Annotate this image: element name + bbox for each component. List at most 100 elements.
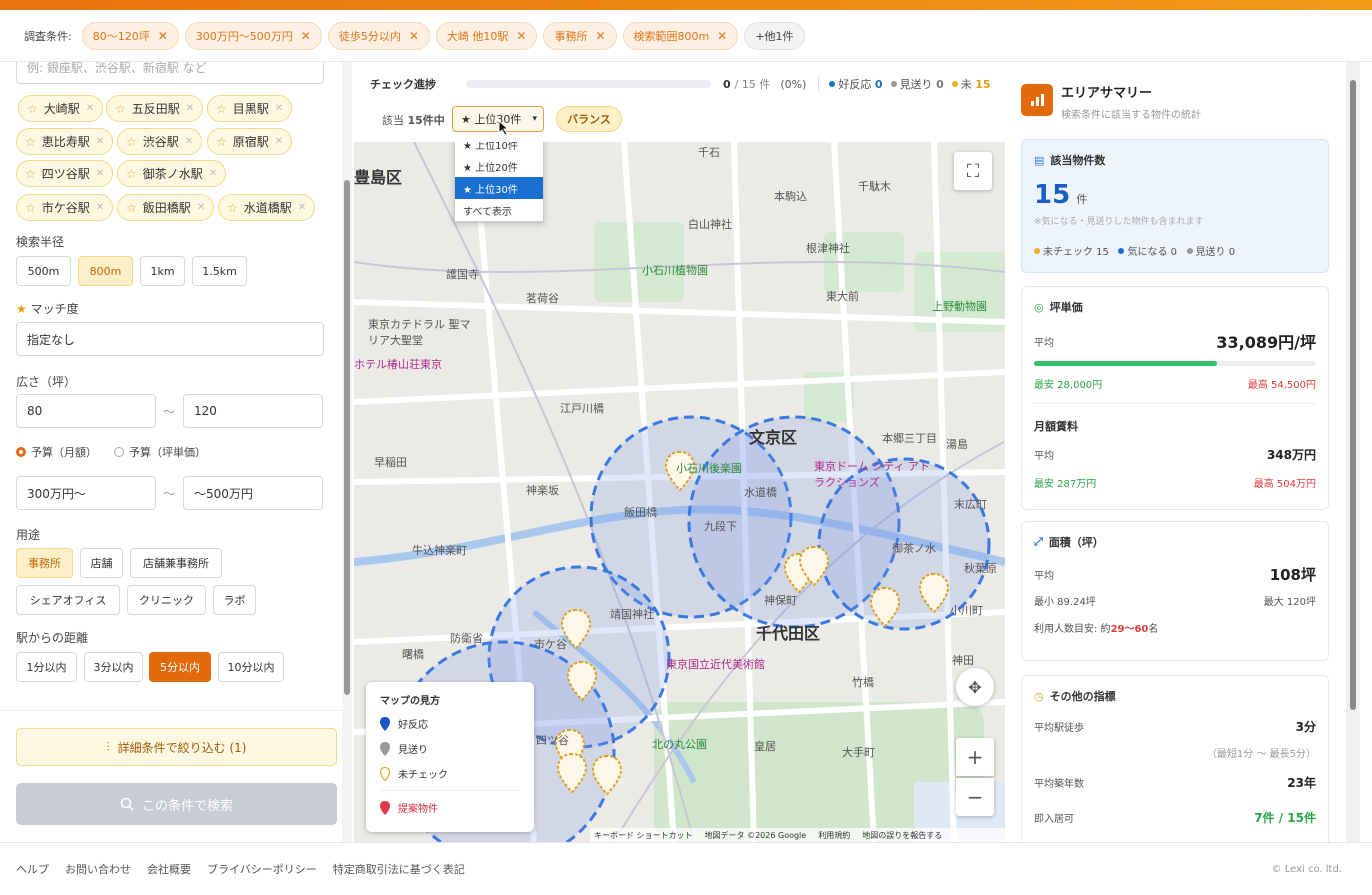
close-icon[interactable]: ✕	[96, 168, 104, 179]
station-tag[interactable]: ☆ 飯田橋駅 ✕	[117, 194, 215, 221]
search-panel: 例: 銀座駅、渋谷駅、新宿駅 など ☆ 大崎駅 ✕ ☆ 五反田駅 ✕ ☆ 目黒駅 ✕ ☆ 恵比…	[0, 62, 342, 710]
area-max-input[interactable]: 120	[183, 394, 323, 428]
close-icon[interactable]: ✕	[717, 29, 727, 43]
close-icon[interactable]: ✕	[275, 136, 283, 147]
scroll-thumb[interactable]	[1350, 80, 1356, 710]
fullscreen-button[interactable]: ⛶	[954, 152, 992, 190]
detail-filter-button[interactable]: ⫶ 詳細条件で絞り込む (1)	[16, 728, 337, 766]
close-icon[interactable]: ✕	[86, 103, 94, 114]
station-tag[interactable]: ☆ 五反田駅 ✕	[106, 95, 204, 122]
pan-icon: ✥	[968, 677, 982, 697]
filter-chip[interactable]: 大崎 他10駅 ✕	[435, 21, 538, 50]
map-label: 上野動物園	[932, 300, 987, 313]
minus-icon: −	[966, 785, 984, 809]
filter-chip[interactable]: 80〜120坪 ✕	[81, 21, 179, 50]
usage-option[interactable]: 店舗兼事務所	[130, 548, 222, 578]
close-icon[interactable]: ✕	[185, 136, 193, 147]
attribution-item[interactable]: 利用規約	[818, 830, 850, 841]
legend-good: 好反応	[398, 720, 428, 731]
radius-option[interactable]: 500m	[16, 256, 71, 286]
station-tag[interactable]: ☆ 目黒駅 ✕	[207, 95, 293, 122]
usage-option[interactable]: 店舗	[80, 548, 123, 578]
left-scrollbar[interactable]	[342, 62, 352, 842]
filter-chip[interactable]: 事務所 ✕	[543, 21, 617, 50]
legend-unchecked: 未チェック	[398, 770, 448, 781]
dropdown-option-selected[interactable]: ★ 上位30件	[455, 177, 543, 199]
radio-monthly[interactable]	[16, 447, 26, 457]
station-tag[interactable]: ☆ 原宿駅 ✕	[207, 128, 293, 155]
close-icon[interactable]: ✕	[516, 29, 526, 43]
distance-option[interactable]: 3分以内	[84, 652, 143, 682]
map-attribution: キーボード ショートカット 地図データ ©2026 Google 利用規約 地図…	[590, 828, 1005, 842]
footer-link[interactable]: 会社概要	[147, 861, 191, 877]
close-icon[interactable]: ✕	[186, 103, 194, 114]
close-icon[interactable]: ✕	[197, 202, 205, 213]
filter-chip[interactable]: 徒歩5分以内 ✕	[327, 21, 430, 50]
close-icon[interactable]: ✕	[301, 29, 311, 43]
pan-control-button[interactable]: ✥	[956, 668, 994, 706]
close-icon[interactable]: ✕	[209, 168, 217, 179]
footer-link[interactable]: 特定商取引法に基づく表記	[333, 861, 465, 877]
zoom-in-button[interactable]: +	[956, 738, 994, 776]
balance-button[interactable]: バランス	[556, 106, 622, 132]
station-tag[interactable]: ☆ 御茶ノ水駅 ✕	[117, 160, 227, 187]
close-icon[interactable]: ✕	[96, 202, 104, 213]
right-scrollbar[interactable]	[1346, 62, 1360, 842]
radius-option-selected[interactable]: 800m	[78, 256, 133, 286]
dropdown-option[interactable]: ★ 上位10件	[455, 142, 543, 155]
close-icon[interactable]: ✕	[298, 202, 306, 213]
rent-max: 最高 504万円	[1253, 479, 1316, 490]
distance-option[interactable]: 1分以内	[16, 652, 77, 682]
chip-label: 大崎 他10駅	[446, 29, 509, 43]
radius-option[interactable]: 1.5km	[192, 256, 247, 286]
radius-option[interactable]: 1km	[140, 256, 185, 286]
distance-option-selected[interactable]: 5分以内	[149, 652, 211, 682]
footer-link[interactable]: ヘルプ	[16, 861, 49, 877]
usage-option[interactable]: ラボ	[213, 585, 256, 615]
zoom-out-button[interactable]: −	[956, 778, 994, 816]
radio-monthly-label[interactable]: 予算（月額）	[31, 446, 97, 459]
filter-chip[interactable]: 300万円〜500万円 ✕	[184, 21, 322, 50]
status-skipped: 見送り 0	[1195, 247, 1236, 258]
legend-skip: 見送り	[398, 745, 428, 756]
station-tag[interactable]: ☆ 市ケ谷駅 ✕	[16, 194, 114, 221]
station-search-input[interactable]: 例: 銀座駅、渋谷駅、新宿駅 など	[16, 62, 324, 84]
radio-tsubo-label[interactable]: 予算（坪単価）	[129, 446, 206, 459]
close-icon[interactable]: ✕	[96, 136, 104, 147]
dropdown-option[interactable]: すべて表示	[455, 199, 543, 221]
match-select[interactable]: 指定なし	[16, 322, 324, 356]
attribution-item[interactable]: キーボード ショートカット	[594, 830, 693, 841]
top-n-dropdown[interactable]: ★ 上位10件 ★ 上位20件 ★ 上位30件 すべて表示	[454, 142, 544, 222]
close-icon[interactable]: ✕	[158, 29, 168, 43]
station-tag[interactable]: ☆ 大崎駅 ✕	[18, 95, 104, 122]
budget-min-input[interactable]: 300万円〜	[16, 476, 156, 510]
radio-tsubo[interactable]	[114, 447, 124, 457]
search-button[interactable]: この条件で検索	[16, 783, 337, 825]
map[interactable]: 豊島区 文京区 千代田区 小石川後楽園 東京ドーム シティ アトラクションズ 飯…	[354, 142, 1005, 842]
attribution-item[interactable]: 地図の誤りを報告する	[862, 830, 942, 841]
station-tag[interactable]: ☆ 水道橋駅 ✕	[218, 194, 316, 221]
area-min-input[interactable]: 80	[16, 394, 156, 428]
more-filters-chip[interactable]: +他1件	[744, 21, 805, 50]
footer-link[interactable]: プライバシーポリシー	[207, 861, 317, 877]
top-n-select-value: ★ 上位30件	[461, 113, 522, 126]
station-tag[interactable]: ☆ 四ツ谷駅 ✕	[16, 160, 114, 187]
star-icon: ☆	[227, 200, 238, 215]
star-icon: ★	[16, 302, 27, 316]
scroll-thumb[interactable]	[344, 180, 350, 695]
station-tag[interactable]: ☆ 渋谷駅 ✕	[117, 128, 203, 155]
close-icon[interactable]: ✕	[409, 29, 419, 43]
dropdown-option[interactable]: ★ 上位20件	[455, 155, 543, 177]
usage-option[interactable]: シェアオフィス	[16, 585, 120, 615]
budget-max-input[interactable]: 〜500万円	[183, 476, 323, 510]
map-label: 早稲田	[374, 456, 407, 469]
map-label: 文京区	[749, 428, 798, 447]
usage-option-selected[interactable]: 事務所	[16, 548, 73, 578]
usage-option[interactable]: クリニック	[127, 585, 206, 615]
close-icon[interactable]: ✕	[595, 29, 605, 43]
close-icon[interactable]: ✕	[275, 103, 283, 114]
distance-option[interactable]: 10分以内	[218, 652, 284, 682]
filter-chip[interactable]: 検索範囲800m ✕	[622, 21, 739, 50]
footer-link[interactable]: お問い合わせ	[65, 861, 131, 877]
station-tag[interactable]: ☆ 恵比寿駅 ✕	[16, 128, 114, 155]
